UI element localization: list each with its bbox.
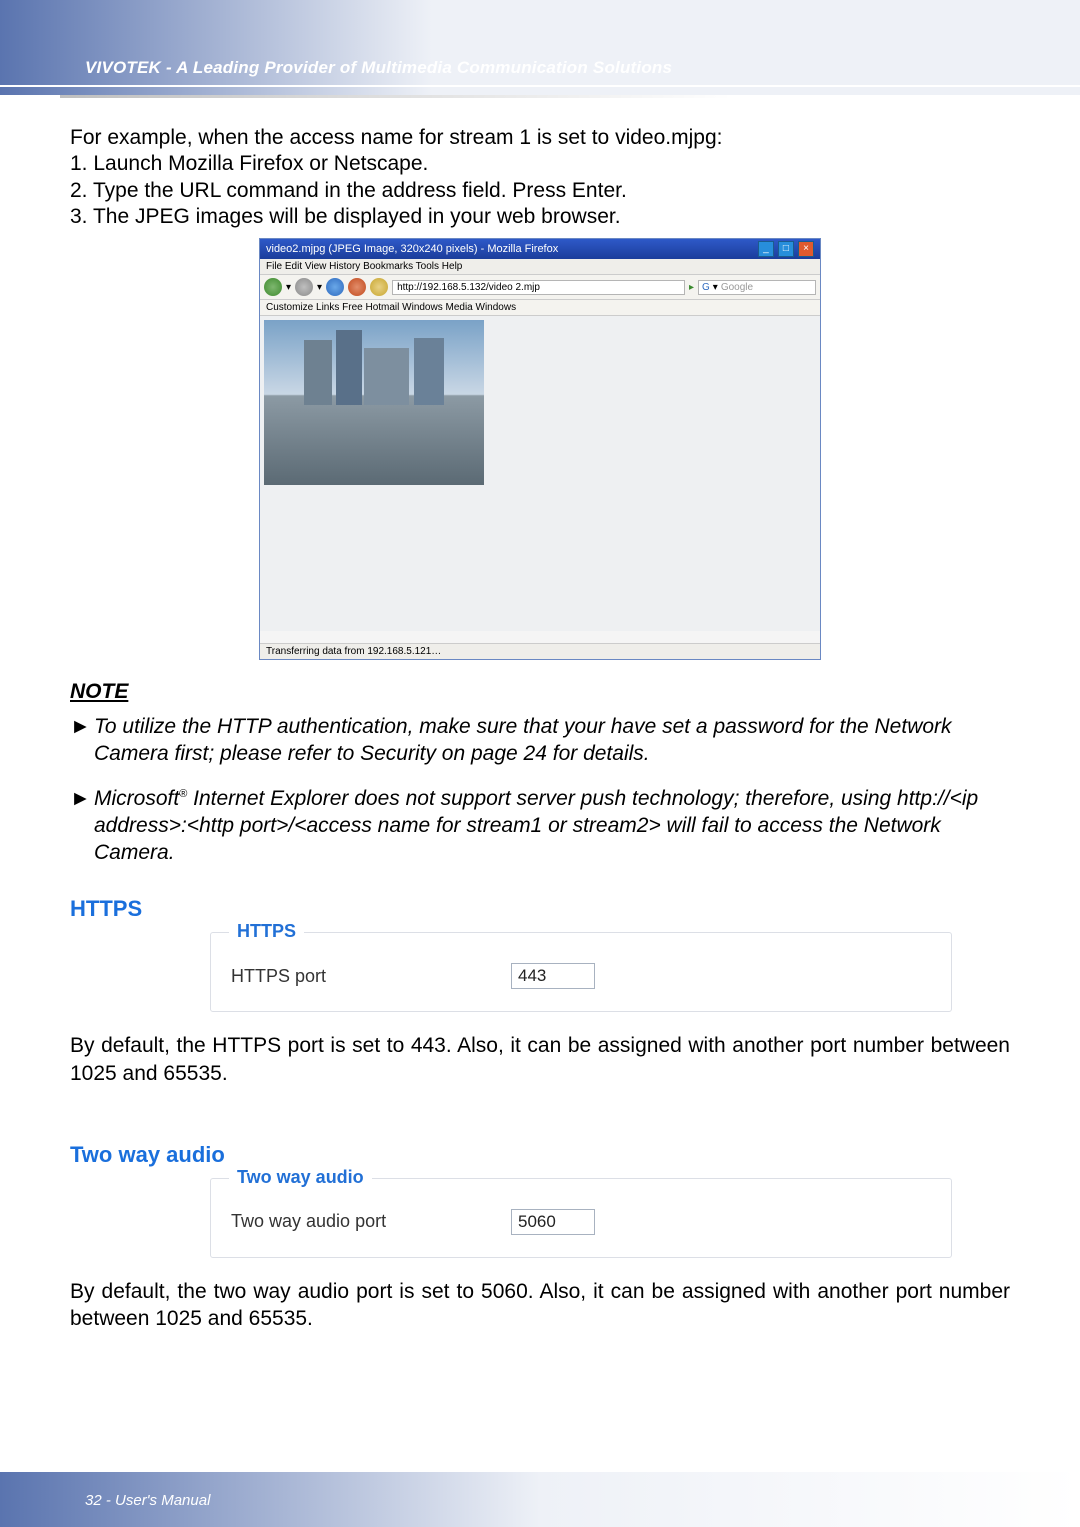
bullet-icon: ► [70, 714, 94, 768]
search-box: G ▾ Google [698, 280, 816, 295]
browser-screenshot: video2.mjpg (JPEG Image, 320x240 pixels)… [259, 238, 821, 660]
https-heading: HTTPS [70, 896, 1010, 922]
note-text: Microsoft® Internet Explorer does not su… [94, 786, 1010, 867]
two-way-audio-row: Two way audio port 5060 [231, 1209, 931, 1235]
window-title: video2.mjpg (JPEG Image, 320x240 pixels)… [266, 243, 558, 255]
minimize-icon: _ [758, 241, 774, 257]
page: VIVOTEK - A Leading Provider of Multimed… [0, 0, 1080, 1527]
header-title: VIVOTEK - A Leading Provider of Multimed… [85, 58, 672, 78]
https-row: HTTPS port 443 [231, 963, 931, 989]
https-port-label: HTTPS port [231, 966, 511, 987]
video-frame [264, 320, 484, 485]
forward-icon [295, 278, 313, 296]
dropdown-icon: ▾ [317, 282, 322, 293]
note2-body: Internet Explorer does not support serve… [94, 787, 978, 864]
note-list: ► To utilize the HTTP authentication, ma… [70, 714, 1010, 866]
home-icon [370, 278, 388, 296]
content-area: For example, when the access name for st… [70, 125, 1010, 1333]
intro-line: For example, when the access name for st… [70, 125, 1010, 151]
window-titlebar: video2.mjpg (JPEG Image, 320x240 pixels)… [260, 239, 820, 259]
header-band: VIVOTEK - A Leading Provider of Multimed… [0, 0, 1080, 95]
dropdown-icon: ▾ [713, 282, 718, 293]
two-way-audio-fieldset: Two way audio port 5060 [210, 1178, 952, 1258]
intro-step3: 3. The JPEG images will be displayed in … [70, 204, 1010, 230]
intro-step2: 2. Type the URL command in the address f… [70, 178, 1010, 204]
building-shape [336, 330, 362, 405]
https-fieldset: HTTPS port 443 [210, 932, 952, 1012]
dropdown-icon: ▾ [286, 282, 291, 293]
two-way-audio-description: By default, the two way audio port is se… [70, 1278, 1010, 1333]
note-heading: NOTE [70, 680, 1010, 704]
note-item: ► To utilize the HTTP authentication, ma… [70, 714, 1010, 768]
address-bar: http://192.168.5.132/video 2.mjp [392, 280, 685, 295]
building-shape [414, 338, 444, 405]
intro-block: For example, when the access name for st… [70, 125, 1010, 230]
https-port-input[interactable]: 443 [511, 963, 595, 989]
go-icon: ▸ [689, 282, 694, 293]
toolbar: ▾ ▾ http://192.168.5.132/video 2.mjp ▸ G… [260, 275, 820, 300]
note-text: To utilize the HTTP authentication, make… [94, 714, 1010, 768]
back-icon [264, 278, 282, 296]
browser-viewport [260, 316, 820, 631]
close-icon: × [798, 241, 814, 257]
maximize-icon: □ [778, 241, 794, 257]
status-bar: Transferring data from 192.168.5.121… [260, 643, 820, 659]
footer-text: 32 - User's Manual [85, 1492, 210, 1509]
two-way-audio-port-input[interactable]: 5060 [511, 1209, 595, 1235]
building-shape [304, 340, 332, 405]
note-item: ► Microsoft® Internet Explorer does not … [70, 786, 1010, 867]
note2-prefix: Microsoft [94, 787, 179, 810]
search-engine-icon: G [702, 282, 710, 293]
menu-bar: File Edit View History Bookmarks Tools H… [260, 259, 820, 275]
https-description: By default, the HTTPS port is set to 443… [70, 1032, 1010, 1087]
two-way-audio-port-label: Two way audio port [231, 1211, 511, 1232]
status-text: Transferring data from 192.168.5.121… [266, 646, 441, 657]
bullet-icon: ► [70, 786, 94, 867]
two-way-audio-heading: Two way audio [70, 1142, 1010, 1168]
footer-band: 32 - User's Manual [0, 1472, 1080, 1527]
header-shadow [60, 95, 1020, 98]
window-buttons: _ □ × [757, 241, 814, 257]
stop-icon [348, 278, 366, 296]
reload-icon [326, 278, 344, 296]
building-shape [364, 348, 409, 405]
intro-step1: 1. Launch Mozilla Firefox or Netscape. [70, 151, 1010, 177]
bookmarks-bar: Customize Links Free Hotmail Windows Med… [260, 300, 820, 316]
header-rule [0, 85, 1080, 87]
search-placeholder: Google [721, 282, 753, 293]
